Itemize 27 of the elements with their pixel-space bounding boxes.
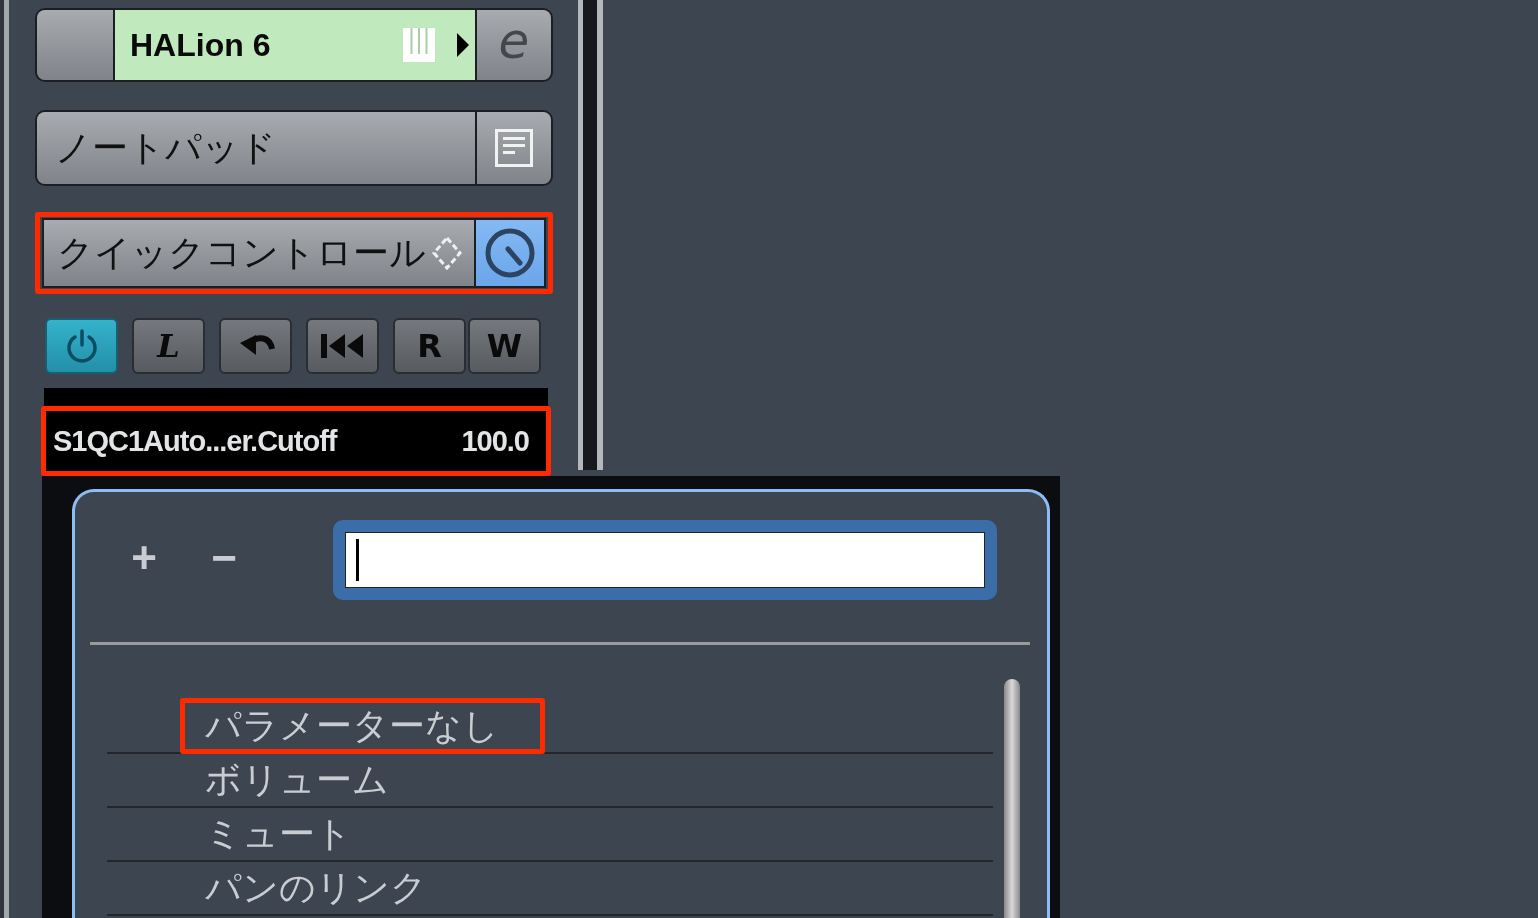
parameter-list-item[interactable]: ミュート	[107, 808, 993, 862]
parameter-list-item[interactable]: パラメーターなし	[107, 700, 993, 754]
knob-icon	[484, 227, 536, 279]
rewind-icon	[320, 334, 365, 358]
notepad-button[interactable]: ノートパッド	[37, 112, 475, 184]
power-button[interactable]	[45, 318, 118, 374]
panel-splitter[interactable]	[578, 0, 603, 470]
toolbar-letter-button[interactable]: L	[132, 318, 205, 374]
scrollbar-thumb[interactable]	[1004, 679, 1020, 918]
add-button[interactable]: +	[124, 538, 164, 582]
parameter-value: 100.0	[461, 424, 529, 459]
toolbar-letter-button[interactable]: R	[393, 318, 466, 374]
text-cursor-icon	[356, 539, 359, 581]
toolbar-letter-button[interactable]: W	[468, 318, 541, 374]
search-field[interactable]	[333, 520, 997, 600]
undo-button[interactable]	[219, 318, 292, 374]
remove-button[interactable]: −	[204, 538, 244, 582]
parameter-name: S1QC1Auto...er.Cutoff	[53, 424, 337, 459]
quick-controls-knob-button[interactable]	[474, 220, 544, 286]
notepad-icon-button[interactable]	[475, 112, 551, 184]
parameter-list-item[interactable]: ボリューム	[107, 754, 993, 808]
diamond-icon	[432, 236, 462, 270]
quick-controls-button[interactable]: クイックコントロール	[44, 220, 474, 286]
rewind-button[interactable]	[306, 318, 379, 374]
parameter-list-item[interactable]: パンのリンク	[107, 862, 993, 916]
power-icon	[65, 329, 98, 363]
notepad-icon	[495, 129, 533, 167]
